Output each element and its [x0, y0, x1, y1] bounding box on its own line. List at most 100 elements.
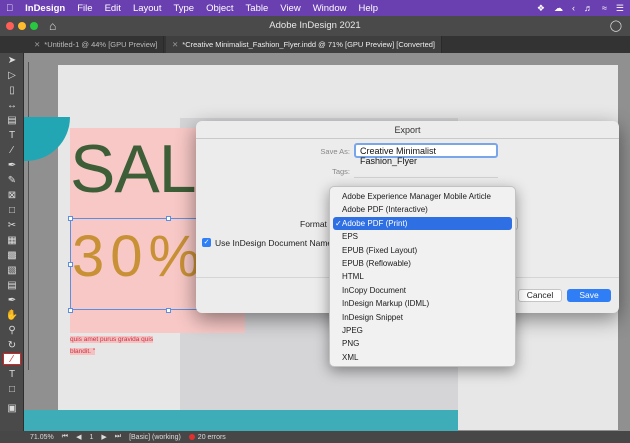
next-page-icon[interactable]: ▶ — [101, 433, 106, 441]
type-tool-icon[interactable]: T — [3, 130, 21, 142]
format-option[interactable]: PNG — [330, 337, 515, 350]
sale-headline[interactable]: SAL — [70, 135, 197, 203]
menu-view[interactable]: View — [280, 3, 300, 14]
selection-tool-icon[interactable]: ➤ — [3, 55, 21, 67]
close-tab-icon[interactable]: ✕ — [172, 40, 178, 49]
selection-handle[interactable] — [166, 308, 171, 313]
preflight-errors[interactable]: 20 errors — [188, 433, 234, 441]
format-option[interactable]: JPEG — [330, 324, 515, 337]
format-option[interactable]: XML — [330, 351, 515, 364]
tags-label: Tags: — [332, 167, 350, 176]
selection-handle[interactable] — [166, 216, 171, 221]
rectangle-frame-tool-icon[interactable]: ⊠ — [3, 190, 21, 202]
last-page-icon[interactable]: ⏭ — [115, 433, 121, 441]
formatting-container-icon[interactable]: T — [3, 369, 21, 381]
format-option[interactable]: InCopy Document — [330, 284, 515, 297]
tab-fashion-flyer[interactable]: ✕ *Creative Minimalist_Fashion_Flyer.indd… — [166, 36, 443, 53]
note-tool-icon[interactable]: ▤ — [3, 280, 21, 292]
zoom-level[interactable]: 71.05% — [30, 434, 54, 441]
close-tab-icon[interactable]: ✕ — [34, 40, 40, 49]
cancel-button[interactable]: Cancel — [518, 289, 562, 302]
format-option[interactable]: EPUB (Reflowable) — [330, 257, 515, 270]
gradient-feather-tool-icon[interactable]: ▧ — [3, 265, 21, 277]
format-option[interactable]: InDesign Markup (IDML) — [330, 297, 515, 310]
sound-icon[interactable]: ♬ — [584, 3, 593, 13]
menubar-status-icons: ❖ ☁ ‹ ♬ ≈ ☰ — [528, 0, 624, 16]
direct-selection-tool-icon[interactable]: ▷ — [3, 70, 21, 82]
chevron-icon[interactable]: ‹ — [572, 3, 575, 13]
status-bar: 71.05% ⏮ ◀ 1 ▶ ⏭ [Basic] (working) 20 er… — [0, 431, 630, 443]
format-option[interactable]: InDesign Snippet — [330, 311, 515, 324]
tab-label: *Creative Minimalist_Fashion_Flyer.indd … — [182, 40, 436, 49]
menu-bar:  InDesign File Edit Layout Type Object … — [0, 0, 630, 16]
gradient-swatch-tool-icon[interactable]: ▩ — [3, 250, 21, 262]
content-collector-icon[interactable]: ▤ — [3, 115, 21, 127]
selection-handle[interactable] — [68, 216, 73, 221]
prev-page-icon[interactable]: ◀ — [76, 433, 81, 441]
window-title: Adobe InDesign 2021 — [269, 20, 361, 31]
save-button[interactable]: Save — [567, 289, 611, 302]
scissors-tool-icon[interactable]: ✂ — [3, 220, 21, 232]
title-bar: ⌂ Adobe InDesign 2021 ◯ — [0, 16, 630, 36]
free-transform-tool-icon[interactable]: ▦ — [3, 235, 21, 247]
zoom-tool-icon[interactable]: ⚲ — [3, 325, 21, 337]
body-text-frame[interactable]: quis amet purus gravida quis blandit. " — [70, 334, 154, 358]
body-text-line: blandit. " — [70, 348, 96, 355]
tab-untitled[interactable]: ✕ *Untitled-1 @ 44% [GPU Preview] — [28, 36, 165, 53]
pen-tool-icon[interactable]: ✒ — [3, 160, 21, 172]
screen-mode-icon[interactable]: ▣ — [3, 403, 21, 415]
document-tabs: ✕ *Untitled-1 @ 44% [GPU Preview] ✕ *Creat… — [0, 36, 630, 53]
apply-none-icon[interactable]: □ — [3, 384, 21, 396]
eyedropper-tool-icon[interactable]: ✒ — [3, 295, 21, 307]
hand-tool-icon[interactable]: ✋ — [3, 310, 21, 322]
format-option-selected[interactable]: ✓ Adobe PDF (Print) — [333, 216, 512, 231]
guide-line — [28, 62, 29, 370]
control-icon[interactable]: ☰ — [616, 3, 624, 14]
preflight-profile[interactable]: [Basic] (working) — [129, 434, 181, 441]
first-page-icon[interactable]: ⏮ — [62, 433, 68, 441]
use-document-name-label[interactable]: Use InDesign Document Name — [215, 238, 332, 248]
menu-edit[interactable]: Edit — [105, 3, 121, 14]
line-tool-icon[interactable]: ∕ — [3, 145, 21, 157]
error-dot-icon — [188, 433, 195, 440]
tools-panel: ➤ ▷ ▯ ↔ ▤ T ∕ ✒ ✎ ⊠ □ ✂ ▦ ▩ ▧ ▤ ✒ ✋ ⚲ ↻ … — [0, 53, 24, 431]
gap-tool-icon[interactable]: ↔ — [3, 100, 21, 112]
tab-label: *Untitled-1 @ 44% [GPU Preview] — [44, 40, 158, 49]
menu-app-name[interactable]: InDesign — [25, 3, 65, 14]
menu-layout[interactable]: Layout — [133, 3, 162, 14]
dropbox-icon[interactable]: ❖ — [537, 3, 545, 14]
save-as-input[interactable]: Creative Minimalist Fashion_Flyer — [354, 143, 498, 166]
teal-bottom-bar[interactable] — [24, 410, 458, 431]
format-option[interactable]: Adobe PDF (Interactive) — [330, 203, 515, 216]
cloud-icon[interactable]: ☁ — [554, 3, 563, 14]
swap-colors-icon[interactable]: ↻ — [3, 340, 21, 352]
tags-input[interactable] — [354, 167, 498, 178]
pencil-tool-icon[interactable]: ✎ — [3, 175, 21, 187]
selection-handle[interactable] — [68, 308, 73, 313]
format-option[interactable]: Adobe Experience Manager Mobile Article — [330, 190, 515, 203]
wifi-icon[interactable]: ≈ — [602, 3, 607, 13]
format-option[interactable]: HTML — [330, 270, 515, 283]
use-document-name-checkbox[interactable]: ✓ — [202, 238, 211, 247]
format-option[interactable]: EPS — [330, 230, 515, 243]
selection-handle[interactable] — [68, 262, 73, 267]
lightbulb-icon[interactable]: ◯ — [610, 19, 622, 32]
page-tool-icon[interactable]: ▯ — [3, 85, 21, 97]
error-count: 20 errors — [197, 433, 226, 441]
menu-table[interactable]: Table — [246, 3, 269, 14]
format-option[interactable]: EPUB (Fixed Layout) — [330, 244, 515, 257]
menu-type[interactable]: Type — [173, 3, 194, 14]
divider — [196, 138, 619, 139]
menu-window[interactable]: Window — [313, 3, 347, 14]
format-option-label: Adobe PDF (Print) — [342, 218, 408, 228]
rectangle-tool-icon[interactable]: □ — [3, 205, 21, 217]
menu-help[interactable]: Help — [358, 3, 378, 14]
page-number[interactable]: 1 — [89, 434, 93, 441]
fill-stroke-icon[interactable]: ∕ — [3, 353, 21, 365]
checkmark-icon: ✓ — [335, 218, 342, 228]
menu-object[interactable]: Object — [206, 3, 233, 14]
menu-file[interactable]: File — [77, 3, 92, 14]
dialog-title: Export — [394, 125, 421, 135]
apple-icon[interactable]:  — [6, 3, 13, 14]
format-label: Format — [300, 219, 327, 229]
